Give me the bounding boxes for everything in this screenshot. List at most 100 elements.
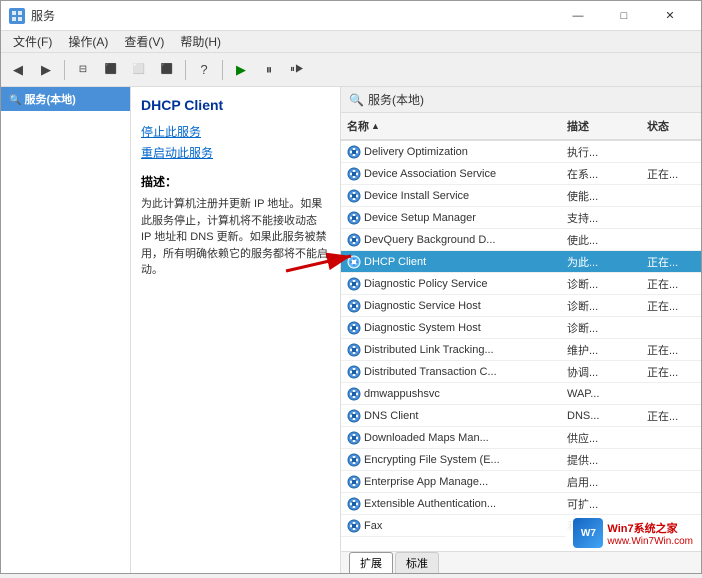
service-icon [347,211,361,225]
toolbar-btn-4[interactable]: ⬛ [154,57,180,83]
toolbar-btn-1[interactable]: ⊟ [70,57,96,83]
minimize-button[interactable]: — [555,1,601,31]
cell-name: Enterprise App Manage... [341,473,561,491]
table-row[interactable]: Encrypting File System (E... 提供... 手动(触发… [341,449,701,471]
table-row[interactable]: Diagnostic System Host 诊断... 手动 [341,317,701,339]
col-header-status[interactable]: 状态 [641,116,701,136]
back-button[interactable]: ◀ [5,57,31,83]
services-table[interactable]: 名称 ▲ 描述 状态 启动类型 [341,113,701,551]
cell-desc: 提供... [561,450,641,470]
right-panel: 🔍 服务(本地) 名称 ▲ 描述 状态 [341,87,701,573]
service-icon [347,343,361,357]
cell-status: 正在... [641,340,701,360]
menu-file[interactable]: 文件(F) [5,31,60,52]
cell-status [641,238,701,242]
menu-help[interactable]: 帮助(H) [172,31,229,52]
toolbar-btn-2[interactable]: ⬛ [98,57,124,83]
table-row[interactable]: dmwappushsvc WAP... 手动(触发... [341,383,701,405]
cell-name: Downloaded Maps Man... [341,429,561,447]
service-icon [347,299,361,313]
stop-service-link[interactable]: 停止此服务 [141,123,330,140]
cell-status [641,502,701,506]
service-icon [347,475,361,489]
window-controls: — □ ✕ [555,1,693,31]
cell-desc: 诊断... [561,274,641,294]
table-row[interactable]: Delivery Optimization 执行... 自动(延迟... [341,141,701,163]
tab-expand[interactable]: 扩展 [349,552,393,573]
cell-status: 正在... [641,406,701,426]
watermark-logo: W7 [573,518,603,548]
cell-desc: 使能... [561,186,641,206]
table-row[interactable]: Enterprise App Manage... 启用... 手动 [341,471,701,493]
table-row[interactable]: Extensible Authentication... 可扩... 手动 [341,493,701,515]
forward-button[interactable]: ▶ [33,57,59,83]
toolbar-help[interactable]: ? [191,57,217,83]
cell-status [641,392,701,396]
path-text: 服务(本地) [368,91,424,108]
col-header-name[interactable]: 名称 ▲ [341,116,561,136]
left-panel-title: 服务(本地) [25,94,76,106]
table-row[interactable]: DevQuery Background D... 使此... 手动(触发... [341,229,701,251]
cell-desc: 诊断... [561,296,641,316]
cell-desc: 在系... [561,164,641,184]
cell-desc: 供应... [561,428,641,448]
cell-name: Device Association Service [341,165,561,183]
cell-status: 正在... [641,274,701,294]
col-header-desc[interactable]: 描述 [561,116,641,136]
table-rows-container: Delivery Optimization 执行... 自动(延迟... Dev… [341,141,701,537]
restart-service-link[interactable]: 重启动此服务 [141,144,330,161]
cell-status [641,194,701,198]
cell-name: Device Install Service [341,187,561,205]
service-icon [347,519,361,533]
toolbar-btn-3[interactable]: ⬜ [126,57,152,83]
service-icon [347,387,361,401]
toolbar-sep-3 [222,60,223,80]
cell-desc: 执行... [561,142,641,162]
table-row[interactable]: Device Install Service 使能... 手动(触发... [341,185,701,207]
stop-button[interactable]: ⏸▶ [284,57,310,83]
service-icon [347,277,361,291]
menu-action[interactable]: 操作(A) [60,31,116,52]
main-content: 🔍 服务(本地) DHCP Client 停止此服务 重启动此服务 描述： 为此… [1,87,701,573]
cell-desc: 使此... [561,230,641,250]
cell-desc: 支持... [561,208,641,228]
table-row[interactable]: Downloaded Maps Man... 供应... 自动(延迟... [341,427,701,449]
close-button[interactable]: ✕ [647,1,693,31]
cell-desc: 诊断... [561,318,641,338]
cell-name: Diagnostic System Host [341,319,561,337]
cell-status: 正在... [641,252,701,272]
toolbar-sep-1 [64,60,65,80]
cell-name: dmwappushsvc [341,385,561,403]
cell-status [641,480,701,484]
pause-button[interactable]: ⏸ [256,57,282,83]
table-row[interactable]: Device Association Service 在系... 正在... 手… [341,163,701,185]
cell-name: Fax [341,517,561,535]
cell-status: 正在... [641,296,701,316]
cell-name: Encrypting File System (E... [341,451,561,469]
service-icon [347,453,361,467]
menu-view[interactable]: 查看(V) [116,31,172,52]
service-icon [347,409,361,423]
cell-name: DevQuery Background D... [341,231,561,249]
toolbar: ◀ ▶ ⊟ ⬛ ⬜ ⬛ ? ▶ ⏸ ⏸▶ [1,53,701,87]
table-row[interactable]: Diagnostic Service Host 诊断... 正在... 手动 [341,295,701,317]
cell-desc: 维护... [561,340,641,360]
table-row[interactable]: Distributed Link Tracking... 维护... 正在...… [341,339,701,361]
table-row[interactable]: DNS Client DNS... 正在... 自动(延迟... [341,405,701,427]
play-button[interactable]: ▶ [228,57,254,83]
watermark: W7 Win7系统之家 www.Win7Win.com [565,515,701,551]
tab-standard[interactable]: 标准 [395,552,439,573]
path-search-icon: 🔍 [349,93,364,107]
title-bar: 服务 — □ ✕ [1,1,701,31]
cell-status: 正在... [641,164,701,184]
maximize-button[interactable]: □ [601,1,647,31]
cell-status [641,458,701,462]
cell-name: DHCP Client [341,253,561,271]
table-row[interactable]: Diagnostic Policy Service 诊断... 正在... 手动 [341,273,701,295]
table-row[interactable]: Distributed Transaction C... 协调... 正在...… [341,361,701,383]
left-panel: 🔍 服务(本地) [1,87,131,573]
cell-name: Device Setup Manager [341,209,561,227]
service-icon [347,321,361,335]
table-row[interactable]: DHCP Client 为此... 正在... 自动 [341,251,701,273]
table-row[interactable]: Device Setup Manager 支持... 手动(触发... [341,207,701,229]
